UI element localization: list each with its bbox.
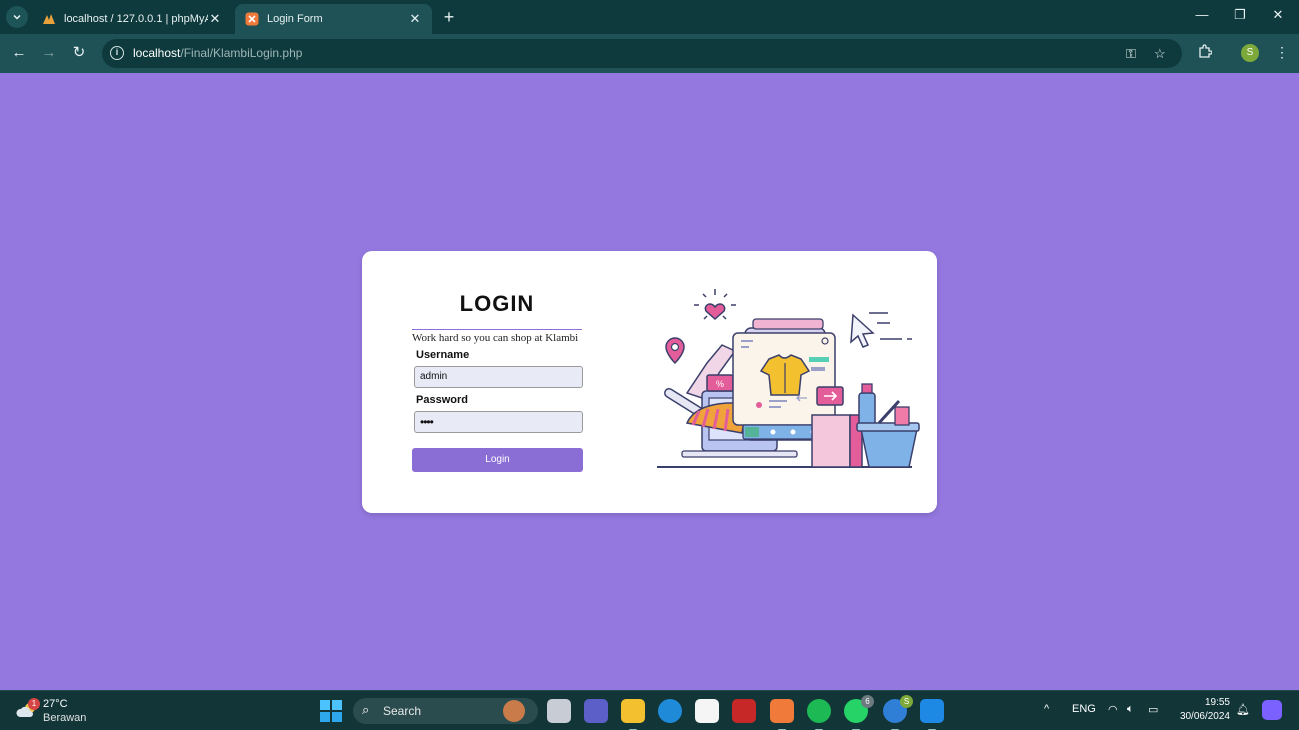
- close-icon[interactable]: ✕: [208, 11, 222, 27]
- file-explorer-icon[interactable]: [621, 699, 645, 730]
- cursor-icon: [850, 312, 912, 348]
- taskbar-search[interactable]: ⌕ Search: [353, 698, 538, 724]
- volume-icon[interactable]: 🔈︎: [1127, 703, 1134, 716]
- tab-search-button[interactable]: [6, 6, 28, 28]
- chrome-icon[interactable]: S: [883, 695, 913, 730]
- clock-time: 19:55: [1204, 697, 1230, 708]
- back-button[interactable]: ←: [9, 43, 29, 63]
- close-icon[interactable]: ✕: [408, 11, 422, 27]
- tab-phpmyadmin[interactable]: localhost / 127.0.0.1 | phpMyAd ✕: [32, 4, 232, 34]
- clock-date: 30/06/2024: [1179, 711, 1230, 722]
- online-shopping-illustration: %: [657, 289, 920, 468]
- login-card: LOGIN Work hard so you can shop at Klamb…: [362, 251, 937, 513]
- notification-bell-icon[interactable]: 🔔︎: [1236, 703, 1250, 716]
- spotify-icon[interactable]: [807, 699, 831, 730]
- window-close-button[interactable]: ✕: [1268, 7, 1288, 23]
- chrome-profile-badge: S: [900, 695, 913, 708]
- profile-avatar[interactable]: S: [1241, 44, 1259, 62]
- chevron-up-icon[interactable]: ^: [1044, 703, 1049, 715]
- xampp-icon: [245, 12, 259, 26]
- windows-start-icon[interactable]: [320, 700, 342, 722]
- wifi-icon[interactable]: ◠: [1108, 703, 1118, 716]
- browser-tab-strip: localhost / 127.0.0.1 | phpMyAd ✕ Login …: [0, 0, 1299, 34]
- windows-taskbar: 1 27°C Berawan ⌕ Search 6 S ^ ENG ◠ 🔈︎ ▭…: [0, 690, 1299, 730]
- mcafee-icon[interactable]: [732, 699, 756, 723]
- weather-condition: Berawan: [43, 712, 87, 724]
- username-input[interactable]: admin: [414, 366, 583, 388]
- browser-toolbar: ← → ↻ i localhost/Final/KlambiLogin.php …: [0, 34, 1299, 73]
- minimize-button[interactable]: —: [1192, 7, 1212, 22]
- weather-temp: 27°C: [43, 698, 68, 710]
- svg-text:%: %: [716, 379, 724, 389]
- restore-button[interactable]: ❐: [1230, 7, 1250, 23]
- password-input[interactable]: ••••: [414, 411, 583, 433]
- forward-button[interactable]: →: [39, 43, 59, 63]
- heart-icon: [694, 289, 736, 321]
- search-icon: ⌕: [362, 702, 370, 717]
- reload-button[interactable]: ↻: [69, 43, 89, 63]
- chevron-down-icon: [13, 14, 21, 20]
- site-info-icon[interactable]: i: [110, 46, 124, 60]
- address-bar[interactable]: i localhost/Final/KlambiLogin.php ⚿ ☆: [102, 39, 1182, 68]
- url-host: localhost: [133, 46, 181, 60]
- bookmark-star-icon[interactable]: ☆: [1154, 46, 1166, 62]
- url-text[interactable]: localhost/Final/KlambiLogin.php: [133, 46, 302, 60]
- weather-badge: 1: [28, 698, 40, 710]
- url-path: /Final/KlambiLogin.php: [180, 46, 303, 60]
- language-indicator[interactable]: ENG: [1072, 703, 1096, 715]
- tab-title: localhost / 127.0.0.1 | phpMyAd: [64, 13, 208, 25]
- login-button[interactable]: Login: [412, 448, 583, 472]
- whatsapp-icon[interactable]: 6: [844, 695, 874, 730]
- location-pin-icon: [665, 337, 685, 365]
- taskbar-clock[interactable]: 19:55 30/06/2024: [1172, 696, 1230, 724]
- phpmyadmin-icon: [43, 14, 55, 24]
- username-label: Username: [416, 349, 470, 361]
- search-highlight-icon: [503, 700, 525, 722]
- edge-icon[interactable]: [658, 699, 682, 723]
- battery-icon[interactable]: ▭: [1148, 703, 1158, 716]
- password-label: Password: [416, 394, 468, 406]
- task-view-icon[interactable]: [547, 699, 571, 723]
- search-label: Search: [383, 704, 422, 718]
- new-tab-button[interactable]: +: [440, 7, 458, 27]
- weather-widget[interactable]: 1 27°C Berawan: [14, 696, 94, 726]
- tab-title: Login Form: [267, 13, 323, 25]
- vscode-icon[interactable]: [920, 699, 944, 730]
- teams-icon[interactable]: [584, 699, 608, 723]
- extensions-icon[interactable]: [1197, 44, 1213, 62]
- login-tagline: Work hard so you can shop at Klambi: [412, 329, 582, 344]
- tab-login-form[interactable]: Login Form ✕: [235, 4, 432, 34]
- copilot-icon[interactable]: [1262, 700, 1282, 720]
- login-title: LOGIN: [459, 291, 535, 316]
- password-key-icon[interactable]: ⚿: [1126, 46, 1136, 62]
- menu-kebab-icon[interactable]: ⋮: [1275, 44, 1289, 61]
- whatsapp-badge: 6: [861, 695, 874, 708]
- xampp-icon[interactable]: [770, 699, 794, 730]
- microsoft-store-icon[interactable]: [695, 699, 719, 723]
